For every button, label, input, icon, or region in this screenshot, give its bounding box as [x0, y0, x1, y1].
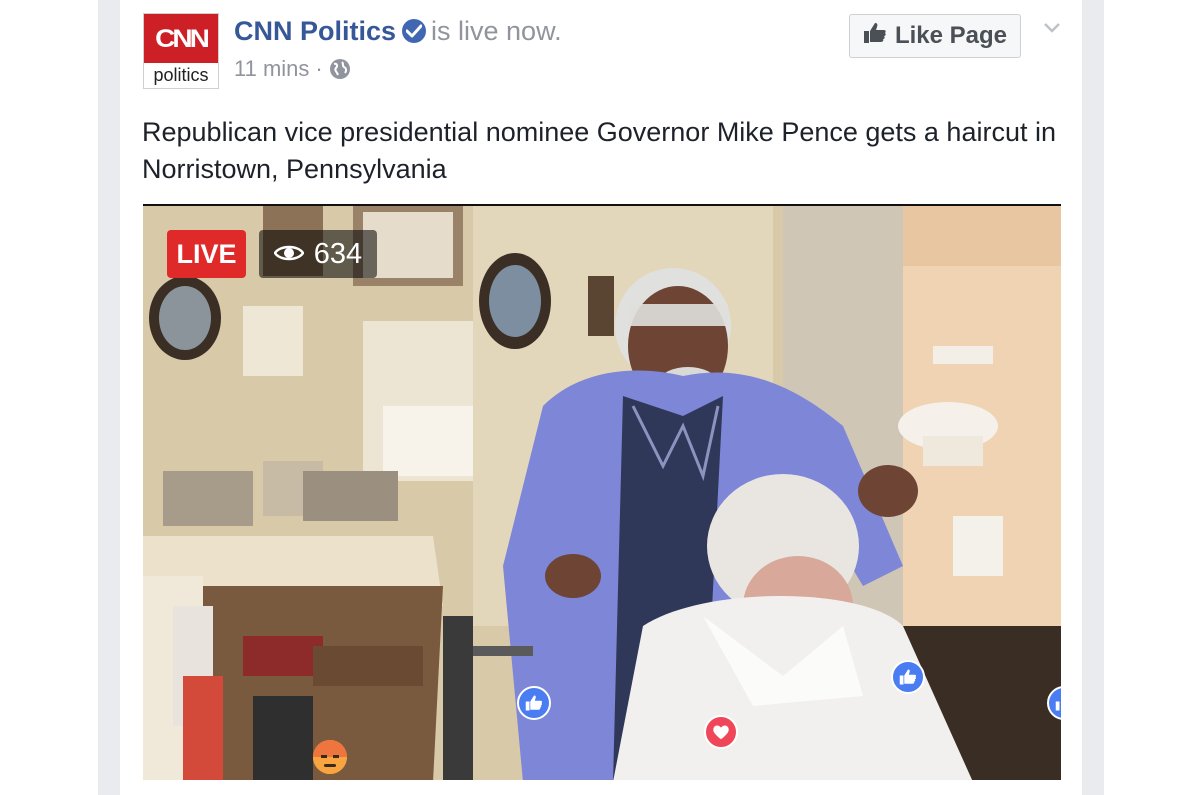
- live-badge: LIVE: [167, 230, 246, 278]
- avatar-label: politics: [153, 65, 209, 85]
- post-header: CNN Politics is live now.: [234, 16, 562, 47]
- page-avatar[interactable]: CNN politics: [143, 13, 219, 89]
- avatar-brand: CNN: [155, 24, 210, 52]
- thumbs-up-icon: [863, 21, 887, 52]
- meta-separator: ·: [315, 56, 323, 81]
- angry-reaction-icon: [313, 740, 347, 774]
- live-post-card: CNN politics CNN Politics is live now. 11…: [120, 0, 1082, 795]
- live-video-player[interactable]: LIVE 634: [143, 204, 1061, 780]
- post-meta: 11 mins ·: [234, 56, 351, 82]
- avatar-logo: CNN: [144, 14, 218, 63]
- post-timestamp[interactable]: 11 mins: [234, 56, 309, 82]
- video-frame: [143, 206, 1061, 780]
- page-name-link[interactable]: CNN Politics: [234, 16, 396, 46]
- live-status-text: is live now.: [431, 16, 562, 46]
- left-gutter: [98, 0, 120, 795]
- viewer-count: 634: [313, 237, 363, 270]
- viewer-count-badge: 634: [259, 230, 377, 278]
- like-reaction-icon: [517, 686, 551, 720]
- chevron-down-icon[interactable]: [1041, 16, 1063, 38]
- globe-icon: [329, 58, 351, 80]
- verified-badge-icon: [402, 19, 427, 43]
- post-text: Republican vice presidential nominee Gov…: [142, 117, 1056, 184]
- like-reaction-icon: [891, 660, 925, 694]
- like-page-label: Like Page: [894, 22, 1008, 49]
- love-reaction-icon: [704, 715, 738, 749]
- eye-icon: [273, 238, 305, 271]
- right-gutter: [1082, 0, 1104, 795]
- like-page-button[interactable]: Like Page: [849, 14, 1021, 58]
